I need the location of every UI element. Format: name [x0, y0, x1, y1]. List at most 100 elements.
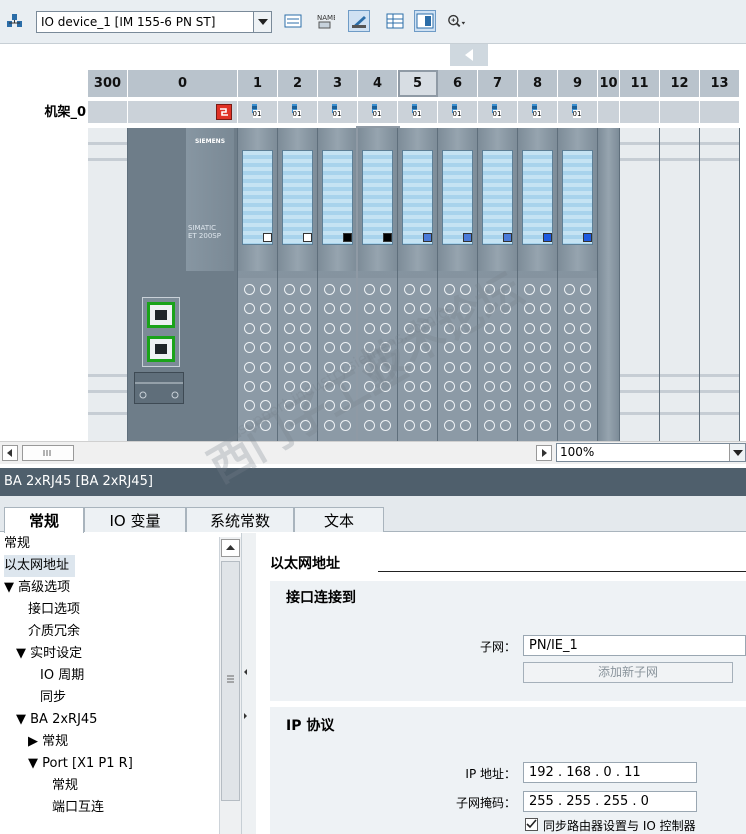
- io-module-slot-3[interactable]: [318, 128, 358, 441]
- slot-header-8[interactable]: 8: [518, 70, 558, 97]
- name-icon[interactable]: NAME: [314, 10, 336, 32]
- nav-item[interactable]: 以太网地址: [4, 555, 76, 577]
- rack-slot-12[interactable]: [660, 101, 700, 123]
- io-module-slot-6[interactable]: [438, 128, 478, 441]
- nav-item[interactable]: ▼ 实时设定: [16, 643, 88, 665]
- io-module-slot-5[interactable]: [398, 128, 438, 441]
- empty-slot-13[interactable]: [700, 128, 740, 441]
- nav-item[interactable]: 端口互连: [52, 797, 110, 819]
- chevron-down-icon[interactable]: [253, 12, 271, 32]
- io-module[interactable]: [518, 128, 557, 441]
- rack-slot-10[interactable]: [598, 101, 620, 123]
- scroll-left-icon[interactable]: [2, 445, 18, 461]
- zoom-icon[interactable]: [446, 10, 468, 32]
- nav-item[interactable]: ▼ BA 2xRJ45: [16, 709, 103, 731]
- device-select[interactable]: IO device_1 [IM 155-6 PN ST]: [36, 11, 272, 33]
- slot-header-2[interactable]: 2: [278, 70, 318, 97]
- io-module[interactable]: [558, 128, 597, 441]
- slot-header-300[interactable]: 300: [88, 70, 128, 97]
- tab-io-tags[interactable]: IO 变量: [84, 507, 186, 532]
- scroll-up-icon[interactable]: [221, 539, 240, 557]
- ba-2xrj45-bus-adapter[interactable]: [142, 297, 180, 367]
- nav-item[interactable]: IO 周期: [40, 665, 90, 687]
- device-view-canvas[interactable]: 300 0 1 2 3 4 5 6 7 8 9 10 11 12 13 机架_0 01 01 01 01 01 01 0…: [0, 44, 746, 441]
- rack-slot-5[interactable]: 01: [398, 101, 438, 123]
- nav-item[interactable]: ▶ 常规: [28, 731, 74, 753]
- rack-slot-6[interactable]: 01: [438, 101, 478, 123]
- io-module-slot-8[interactable]: [518, 128, 558, 441]
- empty-slot-12[interactable]: [660, 128, 700, 441]
- chevron-down-icon[interactable]: [729, 444, 745, 461]
- rack-slot-2[interactable]: 01: [278, 101, 318, 123]
- rack-slot-300[interactable]: [88, 101, 128, 123]
- grid-icon[interactable]: [384, 10, 406, 32]
- scroll-thumb[interactable]: [221, 561, 240, 801]
- io-module-slot-9[interactable]: [558, 128, 598, 441]
- nav-item[interactable]: 常规: [4, 533, 36, 555]
- io-module[interactable]: [478, 128, 517, 441]
- slot-header-7[interactable]: 7: [478, 70, 518, 97]
- scroll-thumb[interactable]: [22, 445, 74, 461]
- rack-slot-0[interactable]: [128, 101, 238, 123]
- nav-item[interactable]: 常规: [52, 775, 84, 797]
- server-module-slot-10[interactable]: [598, 128, 620, 441]
- router-checkbox[interactable]: [525, 818, 538, 831]
- io-module[interactable]: [358, 128, 397, 441]
- add-subnet-button[interactable]: 添加新子网: [523, 662, 733, 683]
- rack-slot-9[interactable]: 01: [558, 101, 598, 123]
- tab-general[interactable]: 常规: [4, 507, 84, 533]
- empty-slot-300[interactable]: [88, 128, 128, 441]
- show-rack-icon[interactable]: [348, 10, 370, 32]
- subnet-select[interactable]: PN/IE_1: [523, 635, 746, 656]
- rack-slot-7[interactable]: 01: [478, 101, 518, 123]
- scroll-up-icon[interactable]: [450, 44, 488, 66]
- tab-system-constants[interactable]: 系统常数: [186, 507, 294, 532]
- io-module-slot-1[interactable]: [238, 128, 278, 441]
- interface-module-im155[interactable]: SIEMENS SIMATIC ET 200SP: [128, 128, 238, 441]
- slot-header-4[interactable]: 4: [358, 70, 398, 97]
- tab-texts[interactable]: 文本: [294, 507, 384, 532]
- io-module-slot-7[interactable]: [478, 128, 518, 441]
- rack-slot-1[interactable]: 01: [238, 101, 278, 123]
- nav-item[interactable]: ▼ Port [X1 P1 R]: [28, 753, 139, 775]
- rj45-port-icon[interactable]: [147, 302, 175, 328]
- ip-address-input[interactable]: 192 . 168 . 0 . 11: [523, 762, 697, 783]
- subnet-mask-input[interactable]: 255 . 255 . 255 . 0: [523, 791, 697, 812]
- slot-header-13[interactable]: 13: [700, 70, 740, 97]
- nav-item[interactable]: 接口选项: [28, 599, 86, 621]
- io-module-slot-2[interactable]: [278, 128, 318, 441]
- io-module[interactable]: [238, 128, 277, 441]
- slot-header-9[interactable]: 9: [558, 70, 598, 97]
- splitter[interactable]: [242, 533, 256, 834]
- io-module-slot-4[interactable]: [356, 126, 400, 441]
- network-icon[interactable]: [4, 10, 26, 32]
- nav-item[interactable]: ▼ 高级选项: [4, 577, 76, 599]
- slot-header-0[interactable]: 0: [128, 70, 238, 97]
- zoom-select[interactable]: 100%: [556, 443, 746, 462]
- rack-slot-13[interactable]: [700, 101, 740, 123]
- rack-slot-3[interactable]: 01: [318, 101, 358, 123]
- slot-header-11[interactable]: 11: [620, 70, 660, 97]
- nav-item[interactable]: 介质冗余: [28, 621, 86, 643]
- scroll-right-icon[interactable]: [536, 445, 552, 461]
- rack-slot-4[interactable]: 01: [358, 101, 398, 123]
- rack-slot-11[interactable]: [620, 101, 660, 123]
- slot-header-12[interactable]: 12: [660, 70, 700, 97]
- slot-header-10[interactable]: 10: [598, 70, 620, 97]
- rack-slot-8[interactable]: 01: [518, 101, 558, 123]
- slot-header-3[interactable]: 3: [318, 70, 358, 97]
- empty-slot-11[interactable]: [620, 128, 660, 441]
- slot-header-6[interactable]: 6: [438, 70, 478, 97]
- rj45-port-icon[interactable]: [147, 336, 175, 362]
- io-module[interactable]: [398, 128, 437, 441]
- nav-item[interactable]: 同步: [40, 687, 72, 709]
- module-view-icon[interactable]: [414, 10, 436, 32]
- nav-scrollbar[interactable]: [219, 537, 241, 834]
- slot-header-5[interactable]: 5: [398, 70, 438, 97]
- show-address-icon[interactable]: [282, 10, 304, 32]
- io-module[interactable]: [438, 128, 477, 441]
- slot-header-1[interactable]: 1: [238, 70, 278, 97]
- io-module[interactable]: [278, 128, 317, 441]
- properties-content: 以太网地址 接口连接到 子网： PN/IE_1 添加新子网 IP 协议 IP 地…: [256, 533, 746, 834]
- io-module[interactable]: [318, 128, 357, 441]
